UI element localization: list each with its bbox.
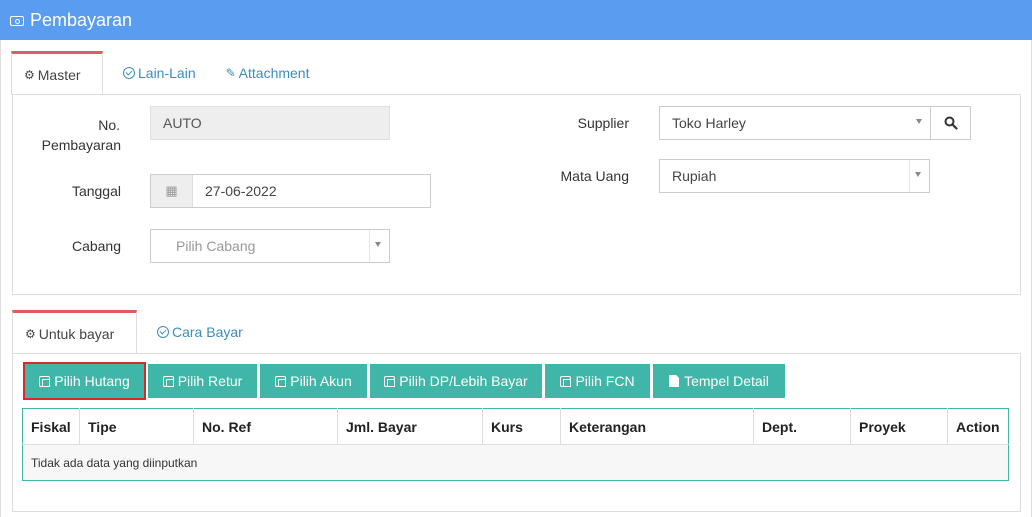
supplier-select[interactable]: Toko Harley — [659, 106, 931, 140]
money-icon — [10, 16, 24, 26]
pilih-hutang-button[interactable]: Pilih Hutang — [23, 362, 146, 400]
chevron-down-icon — [915, 172, 921, 177]
pilih-dp-lebih-bayar-label: Pilih DP/Lebih Bayar — [399, 373, 528, 389]
no-pembayaran-label: No. Pembayaran — [31, 115, 121, 155]
paste-icon — [669, 375, 680, 387]
tanggal-value: 27-06-2022 — [205, 183, 277, 199]
empty-table-message: Tidak ada data yang diinputkan — [22, 444, 1009, 481]
check-circle-icon — [123, 67, 135, 79]
cabang-select[interactable]: Pilih Cabang — [150, 229, 390, 263]
supplier-search-button[interactable] — [930, 106, 971, 140]
cabang-placeholder: Pilih Cabang — [176, 238, 256, 254]
column-header-proyek: Proyek — [850, 408, 948, 445]
tempel-detail-label: Tempel Detail — [684, 373, 769, 389]
column-header-kurs: Kurs — [482, 408, 561, 445]
cogs-icon: ⚙ — [25, 326, 36, 341]
pilih-retur-button[interactable]: Pilih Retur — [148, 364, 257, 398]
cabang-label: Cabang — [71, 238, 121, 254]
pilih-hutang-label: Pilih Hutang — [54, 373, 130, 389]
pilih-fcn-button[interactable]: Pilih FCN — [545, 364, 650, 398]
column-header-dept: Dept. — [753, 408, 851, 445]
tab-untuk-bayar[interactable]: ⚙ Untuk bayar — [12, 310, 137, 354]
tab-untuk-bayar-label: Untuk bayar — [38, 325, 115, 342]
copy-icon — [275, 375, 287, 387]
detail-tabs: ⚙ Untuk bayar Cara Bayar — [12, 310, 255, 354]
copy-icon — [39, 375, 51, 387]
tab-cara-bayar-label: Cara Bayar — [172, 324, 243, 340]
no-pembayaran-label-line1: No. — [98, 117, 120, 133]
tab-lain-lain[interactable]: Lain-Lain — [111, 51, 208, 95]
copy-icon — [560, 375, 572, 387]
mata-uang-value: Rupiah — [672, 168, 717, 184]
pilih-akun-label: Pilih Akun — [290, 373, 352, 389]
chevron-down-icon — [916, 119, 922, 124]
calendar-icon: ▦ — [151, 175, 193, 207]
pilih-akun-button[interactable]: Pilih Akun — [260, 364, 367, 398]
no-pembayaran-value: AUTO — [163, 115, 202, 131]
paperclip-icon: ✎ — [225, 66, 236, 80]
master-tabs: ⚙ Master Lain-Lain ✎ Attachment — [11, 51, 322, 95]
column-header-no-ref: No. Ref — [193, 408, 338, 445]
tanggal-label: Tanggal — [71, 183, 121, 199]
tempel-detail-button[interactable]: Tempel Detail — [653, 364, 785, 398]
table-header-row: Fiskal Tipe No. Ref Jml. Bayar Kurs Kete… — [22, 408, 1009, 445]
window-title-bar: Pembayaran — [0, 0, 1032, 40]
column-header-jml-bayar: Jml. Bayar — [337, 408, 483, 445]
payment-detail-table: Fiskal Tipe No. Ref Jml. Bayar Kurs Kete… — [22, 408, 1009, 481]
chevron-down-icon — [375, 242, 381, 247]
copy-icon — [384, 375, 396, 387]
pilih-retur-label: Pilih Retur — [177, 373, 243, 389]
tab-attachment-label: Attachment — [238, 65, 310, 81]
mata-uang-label: Mata Uang — [560, 168, 629, 184]
check-circle-icon — [157, 326, 169, 338]
pilih-fcn-label: Pilih FCN — [575, 373, 635, 389]
tab-lain-lain-label: Lain-Lain — [138, 65, 196, 81]
tab-master-label: Master — [37, 66, 81, 83]
cogs-icon: ⚙ — [24, 67, 35, 82]
column-header-fiskal: Fiskal — [22, 408, 80, 445]
tab-attachment[interactable]: ✎ Attachment — [214, 51, 322, 95]
column-header-keterangan: Keterangan — [560, 408, 754, 445]
tanggal-field[interactable]: ▦ 27-06-2022 — [150, 174, 431, 208]
tab-master[interactable]: ⚙ Master — [11, 51, 103, 95]
supplier-value: Toko Harley — [672, 115, 746, 131]
column-header-tipe: Tipe — [79, 408, 194, 445]
no-pembayaran-field: AUTO — [150, 106, 390, 140]
search-icon — [944, 116, 958, 130]
supplier-label: Supplier — [577, 115, 629, 131]
tab-cara-bayar[interactable]: Cara Bayar — [145, 310, 255, 354]
window-title: Pembayaran — [30, 9, 133, 30]
pilih-dp-lebih-bayar-button[interactable]: Pilih DP/Lebih Bayar — [370, 364, 542, 398]
table-row: Tidak ada data yang diinputkan — [22, 444, 1009, 481]
column-header-action: Action — [947, 408, 1009, 445]
no-pembayaran-label-line2: Pembayaran — [41, 137, 121, 153]
mata-uang-select[interactable]: Rupiah — [659, 159, 930, 193]
copy-icon — [162, 375, 174, 387]
